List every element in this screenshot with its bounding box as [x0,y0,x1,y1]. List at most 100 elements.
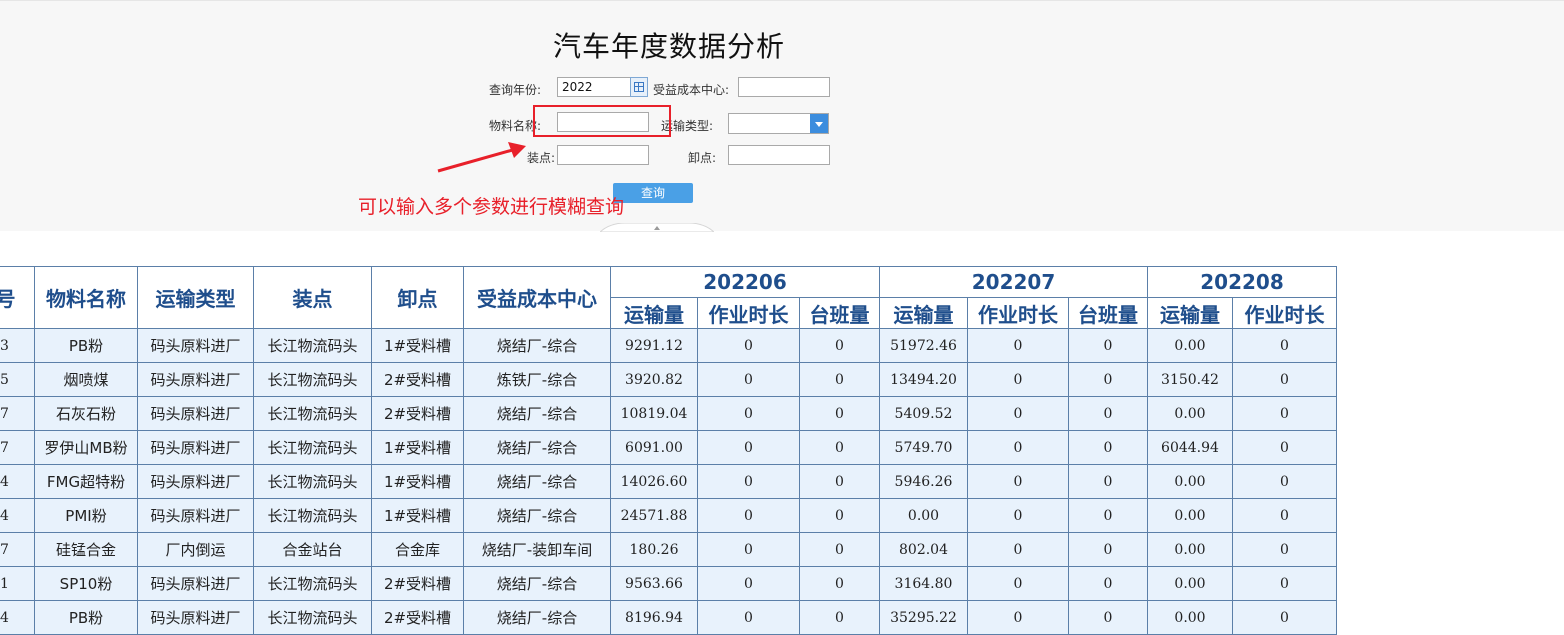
cell-value: 0 [697,600,800,635]
cell-value: 0.00 [1147,498,1233,533]
annotation-text: 可以输入多个参数进行模糊查询 [358,196,625,218]
cell-value: 0 [1068,600,1148,635]
month-header-202208: 202208 [1147,266,1337,298]
cell-value: 0.00 [1147,600,1233,635]
cell-cost-center: 烧结厂-综合 [463,464,611,499]
cell-load-point: 长江物流码头 [253,396,372,431]
cell-value: 9563.66 [610,566,698,601]
cell-value: 0 [1068,566,1148,601]
table-row: 987硅锰合金厂内倒运合金站台合金库烧结厂-装卸车间180.2600802.04… [0,532,1337,567]
cell-value: 0 [967,600,1069,635]
cell-value: 802.04 [879,532,968,567]
cost-center-input[interactable] [738,77,830,97]
cell-material: 石灰石粉 [34,396,138,431]
cell-transport-type: 码头原料进厂 [137,600,254,635]
cell-value: 0 [967,498,1069,533]
cell-transport-type: 厂内倒运 [137,532,254,567]
load-point-input[interactable] [557,145,649,165]
cell-value: 0 [697,566,800,601]
cell-value: 5409.52 [879,396,968,431]
sub-header-transport-volume: 运输量 [610,297,698,329]
sub-header-transport-volume: 运输量 [879,297,968,329]
cell-unload-point: 2#受料槽 [371,396,464,431]
cell-value: 0 [967,430,1069,465]
cell-material: SP10粉 [34,566,138,601]
cell-transport-type: 码头原料进厂 [137,362,254,397]
cell-value: 13494.20 [879,362,968,397]
chevron-down-icon[interactable] [810,114,828,133]
search-button[interactable]: 查询 [613,183,693,203]
cell-cost-center: 烧结厂-装卸车间 [463,532,611,567]
col-header-unload-point: 卸点 [371,266,464,329]
cell-value: 0 [1232,328,1337,363]
cell-value: 8196.94 [610,600,698,635]
cell-value: 0 [697,498,800,533]
table-body: 033PB粉码头原料进厂长江物流码头1#受料槽烧结厂-综合9291.120051… [0,328,1337,635]
cell-value: 0 [697,532,800,567]
cell-transport-type: 码头原料进厂 [137,464,254,499]
cell-value: 0 [697,464,800,499]
collapse-tab-icon[interactable] [600,223,714,232]
data-table: 序号 物料名称 运输类型 装点 卸点 受益成本中心 202206 202207 … [0,266,1337,635]
cell-cost-center: 炼铁厂-综合 [463,362,611,397]
cell-value: 3920.82 [610,362,698,397]
unload-point-input[interactable] [728,145,830,165]
cell-unload-point: 合金库 [371,532,464,567]
table-row: 005烟喷煤码头原料进厂长江物流码头2#受料槽炼铁厂-综合3920.820013… [0,362,1337,397]
cell-value: 51972.46 [879,328,968,363]
unload-point-label: 卸点: [688,151,717,165]
cell-unload-point: 1#受料槽 [371,430,464,465]
cell-value: 0 [1068,396,1148,431]
cell-id: 937 [0,430,35,465]
cell-transport-type: 码头原料进厂 [137,566,254,601]
col-header-material: 物料名称 [34,266,138,329]
cell-value: 0.00 [1147,532,1233,567]
cell-unload-point: 2#受料槽 [371,600,464,635]
cell-value: 180.26 [610,532,698,567]
table-row: 967石灰石粉码头原料进厂长江物流码头2#受料槽烧结厂-综合10819.0400… [0,396,1337,431]
sub-header-shift-count: 台班量 [1068,297,1148,329]
sub-header-work-hours: 作业时长 [967,297,1069,329]
cell-value: 0 [697,362,800,397]
transport-type-select[interactable] [728,113,829,134]
cell-value: 0 [1232,498,1337,533]
cell-id: 374 [0,498,35,533]
cell-id: 987 [0,532,35,567]
cell-value: 0 [967,566,1069,601]
cell-transport-type: 码头原料进厂 [137,396,254,431]
cell-material: PMI粉 [34,498,138,533]
cell-value: 24571.88 [610,498,698,533]
cell-value: 3164.80 [879,566,968,601]
cell-value: 0 [1232,566,1337,601]
cell-cost-center: 烧结厂-综合 [463,328,611,363]
cell-value: 0 [1232,600,1337,635]
cell-value: 0 [967,464,1069,499]
year-input[interactable] [557,77,631,97]
cell-material: PB粉 [34,328,138,363]
sub-header-transport-volume: 运输量 [1147,297,1233,329]
cell-value: 0 [1068,362,1148,397]
cell-unload-point: 1#受料槽 [371,464,464,499]
calendar-icon[interactable] [630,77,648,97]
cell-load-point: 长江物流码头 [253,464,372,499]
cell-value: 0 [799,532,880,567]
cell-value: 0.00 [1147,566,1233,601]
cell-value: 0 [1068,464,1148,499]
cell-material: 硅锰合金 [34,532,138,567]
cell-value: 6044.94 [1147,430,1233,465]
cell-value: 0 [1232,464,1337,499]
cell-id: 054 [0,464,35,499]
cell-value: 0 [799,362,880,397]
cell-value: 0 [967,362,1069,397]
cell-id: 034 [0,600,35,635]
cell-unload-point: 1#受料槽 [371,498,464,533]
cell-load-point: 长江物流码头 [253,328,372,363]
table-row: 033PB粉码头原料进厂长江物流码头1#受料槽烧结厂-综合9291.120051… [0,328,1337,363]
sub-header-work-hours: 作业时长 [697,297,800,329]
cell-load-point: 合金站台 [253,532,372,567]
col-header-load-point: 装点 [253,266,372,329]
cell-value: 0 [1068,328,1148,363]
cell-value: 0 [799,328,880,363]
cell-unload-point: 2#受料槽 [371,362,464,397]
cell-material: 烟喷煤 [34,362,138,397]
